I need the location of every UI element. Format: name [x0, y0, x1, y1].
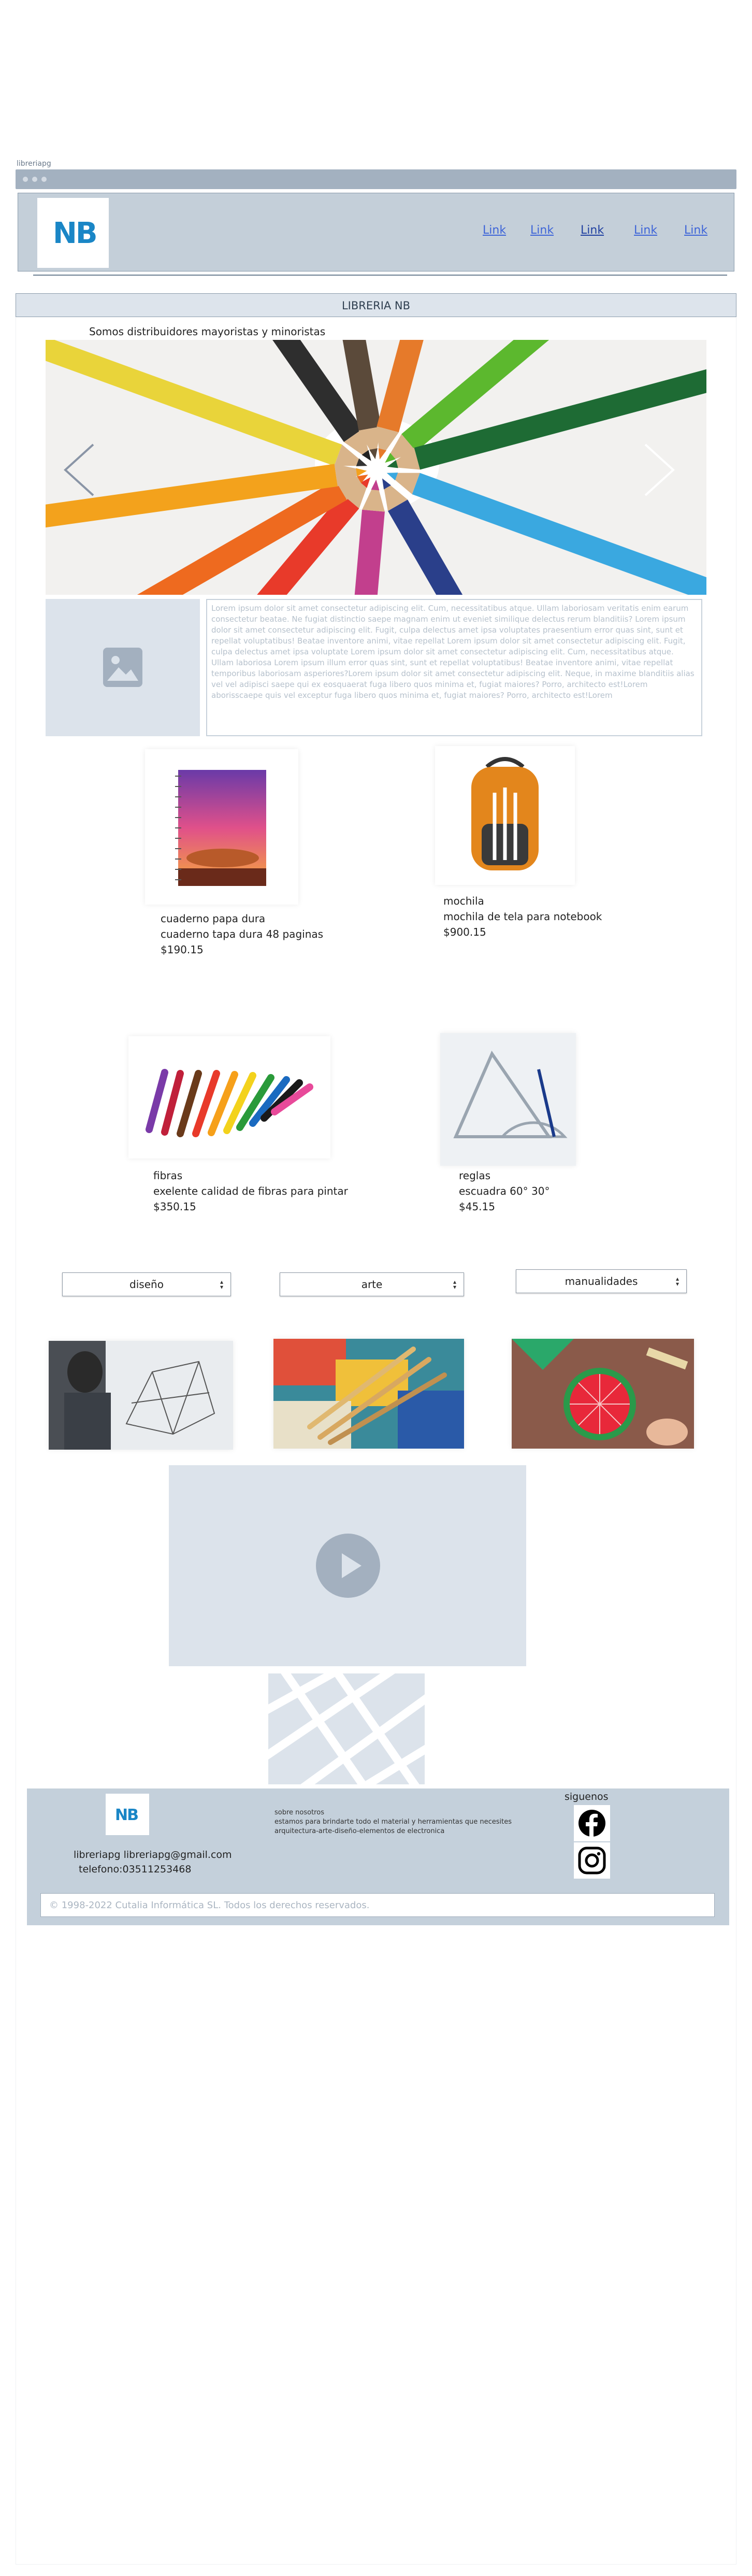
window-dot[interactable] [41, 177, 47, 182]
navbar [18, 193, 734, 271]
image-placeholder [46, 599, 200, 736]
select-value: diseño [129, 1278, 164, 1291]
select-caret-icon: ▴ ▾ [675, 1275, 679, 1287]
window-dot[interactable] [32, 177, 37, 182]
image-icon [103, 648, 142, 687]
product-description: exelente calidad de fibras para pintar [153, 1185, 348, 1197]
nav-divider [33, 275, 727, 276]
map-icon[interactable] [268, 1673, 425, 1784]
footer-about-line: estamos para brindarte todo el material … [274, 1818, 512, 1826]
footer: NB libreriapg libreriapg@gmail.com telef… [27, 1788, 729, 1925]
colored-pencils-image [46, 340, 706, 595]
select-caret-icon: ▴ ▾ [220, 1278, 223, 1291]
product-description: cuaderno tapa dura 48 paginas [161, 928, 324, 940]
product-price: $900.15 [443, 926, 486, 938]
footer-phone: telefono:03511253468 [79, 1864, 192, 1875]
nav-link-3[interactable]: Link [581, 224, 604, 237]
footer-logo-text: NB [115, 1806, 139, 1824]
product-image-rulers[interactable] [440, 1033, 576, 1166]
nav-link-1[interactable]: Link [483, 224, 506, 237]
chevron-left-icon[interactable] [61, 441, 97, 498]
browser-bar [16, 169, 736, 189]
product-image-backpack[interactable] [435, 746, 575, 885]
logo-text: NB [53, 217, 98, 250]
footer-about-title: sobre nosotros [274, 1809, 324, 1816]
follow-label: siguenos [565, 1791, 609, 1802]
product-description: mochila de tela para notebook [443, 910, 602, 923]
product-name: cuaderno papa dura [161, 912, 266, 925]
product-image-notebook[interactable] [145, 749, 298, 905]
product-price: $350.15 [153, 1200, 196, 1213]
category-image-arte[interactable] [273, 1339, 464, 1449]
play-icon[interactable] [316, 1534, 380, 1598]
nav-link-2[interactable]: Link [530, 224, 554, 237]
instagram-icon[interactable] [574, 1842, 610, 1879]
footer-about-line: arquitectura-arte-diseño-elementos de el… [274, 1827, 445, 1835]
category-select-manualidades[interactable]: manualidades ▴ ▾ [516, 1269, 687, 1293]
product-name: fibras [153, 1169, 183, 1182]
browser-tab-label: libreriapg [17, 160, 51, 168]
chevron-right-icon[interactable] [641, 441, 677, 498]
product-name: mochila [443, 895, 484, 907]
nav-link-5[interactable]: Link [684, 224, 707, 237]
product-name: reglas [459, 1169, 491, 1182]
tagline: Somos distribuidores mayoristas y minori… [89, 325, 326, 338]
product-price: $45.15 [459, 1200, 495, 1213]
footer-email[interactable]: libreriapg libreriapg@gmail.com [74, 1848, 232, 1862]
title-bar: LIBRERIA NB [16, 293, 736, 317]
product-description: escuadra 60° 30° [459, 1185, 550, 1197]
category-select-arte[interactable]: arte ▴ ▾ [280, 1272, 464, 1296]
copyright: © 1998-2022 Cutalia Informática SL. Todo… [40, 1893, 715, 1917]
nav-link-4[interactable]: Link [634, 224, 657, 237]
intro-text: Lorem ipsum dolor sit amet consectetur a… [206, 599, 702, 736]
category-image-manualidades[interactable] [512, 1339, 694, 1449]
hero-carousel[interactable] [46, 340, 706, 595]
product-image-markers[interactable] [128, 1036, 330, 1158]
brand-logo[interactable]: NB [37, 198, 109, 268]
category-image-diseno[interactable] [49, 1341, 233, 1450]
product-price: $190.15 [161, 943, 204, 956]
video-placeholder[interactable] [169, 1465, 526, 1666]
window-dot[interactable] [23, 177, 28, 182]
footer-logo[interactable]: NB [106, 1794, 149, 1835]
select-caret-icon: ▴ ▾ [453, 1278, 456, 1291]
facebook-icon[interactable] [574, 1805, 610, 1841]
select-value: manualidades [565, 1275, 638, 1287]
category-select-diseno[interactable]: diseño ▴ ▾ [62, 1272, 231, 1296]
page-title: LIBRERIA NB [341, 299, 411, 312]
select-value: arte [361, 1278, 383, 1291]
